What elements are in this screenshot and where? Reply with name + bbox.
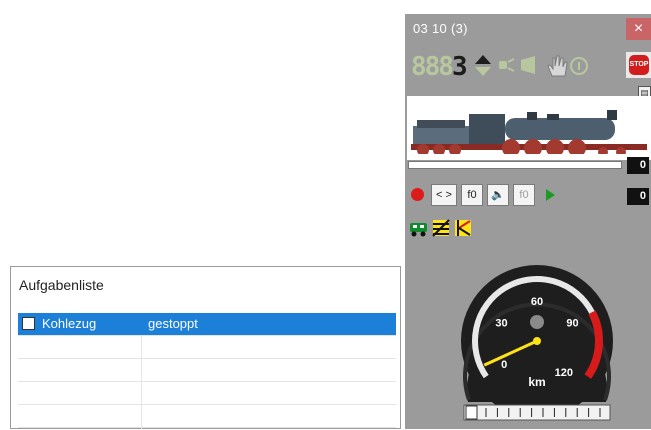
function-f0-disabled-button[interactable]: f0: [513, 184, 535, 206]
address-lit-digit: 3: [451, 52, 468, 82]
direction-toggle-button[interactable]: < >: [431, 184, 457, 206]
function-f0-button[interactable]: f0: [461, 184, 483, 206]
task-name: [42, 336, 142, 358]
stop-button[interactable]: STOP: [626, 52, 651, 78]
speaker-button[interactable]: 🔈: [487, 184, 509, 206]
record-button[interactable]: [407, 184, 429, 206]
gauge-tick-label: 90: [566, 318, 578, 330]
speed-slider[interactable]: [408, 161, 622, 169]
loco-control-panel: 03 10 (3) × 8883 STOP ▤ 0 < > f0 🔈 f0 0 …: [405, 14, 651, 429]
horn-icon[interactable]: [521, 56, 535, 74]
gauge-tick-label: 30: [495, 318, 507, 330]
task-status: gestoppt: [148, 316, 198, 331]
task-status: [148, 405, 388, 427]
task-status: [148, 336, 388, 358]
task-name: [42, 405, 142, 427]
task-status: [148, 382, 388, 404]
train-car-icon[interactable]: [409, 218, 429, 238]
play-icon: [546, 189, 555, 201]
task-name: [42, 382, 142, 404]
gauge-tick-label: 120: [555, 367, 573, 379]
task-checkbox[interactable]: [22, 317, 35, 330]
locomotive-image: [407, 96, 651, 160]
arrow-up-down-icon[interactable]: [475, 55, 491, 76]
task-name: [42, 359, 142, 381]
gauge-slider-thumb[interactable]: [465, 405, 478, 420]
task-list-table: Kohlezug gestoppt: [18, 313, 396, 430]
direction-icons: [475, 55, 588, 77]
play-button[interactable]: [539, 184, 561, 206]
stop-label: STOP: [629, 55, 649, 75]
gauge-tick-label: 0: [501, 359, 507, 371]
gauge-tick-label: 60: [531, 296, 543, 308]
signal-icon[interactable]: [431, 218, 451, 238]
task-status: [148, 359, 388, 381]
gauge-unit: km: [528, 375, 545, 389]
task-list-title: Aufgabenliste: [19, 277, 104, 293]
close-button[interactable]: ×: [626, 18, 651, 40]
hand-icon[interactable]: [547, 55, 568, 77]
task-name: Kohlezug: [42, 316, 97, 331]
task-row[interactable]: [18, 359, 396, 382]
address-dim-digits: 888: [411, 52, 454, 82]
light-icon[interactable]: [499, 58, 515, 72]
info-icon[interactable]: [570, 57, 588, 75]
task-row[interactable]: Kohlezug gestoppt: [18, 313, 396, 336]
crossing-icon[interactable]: [453, 218, 473, 238]
task-list-panel: Aufgabenliste Kohlezug gestoppt: [10, 266, 401, 430]
record-icon: [411, 188, 424, 201]
task-row[interactable]: [18, 336, 396, 359]
speedometer-gauge: 0 30 60 90 120 km: [461, 265, 613, 421]
task-row[interactable]: [18, 382, 396, 405]
gauge-logo-icon: [530, 315, 544, 329]
function-value: 0: [627, 188, 649, 205]
loco-title: 03 10 (3): [413, 21, 468, 36]
address-display: 8883: [411, 52, 468, 82]
speaker-icon: 🔈: [491, 189, 505, 201]
speed-value: 0: [627, 157, 649, 174]
task-row[interactable]: [18, 405, 396, 428]
